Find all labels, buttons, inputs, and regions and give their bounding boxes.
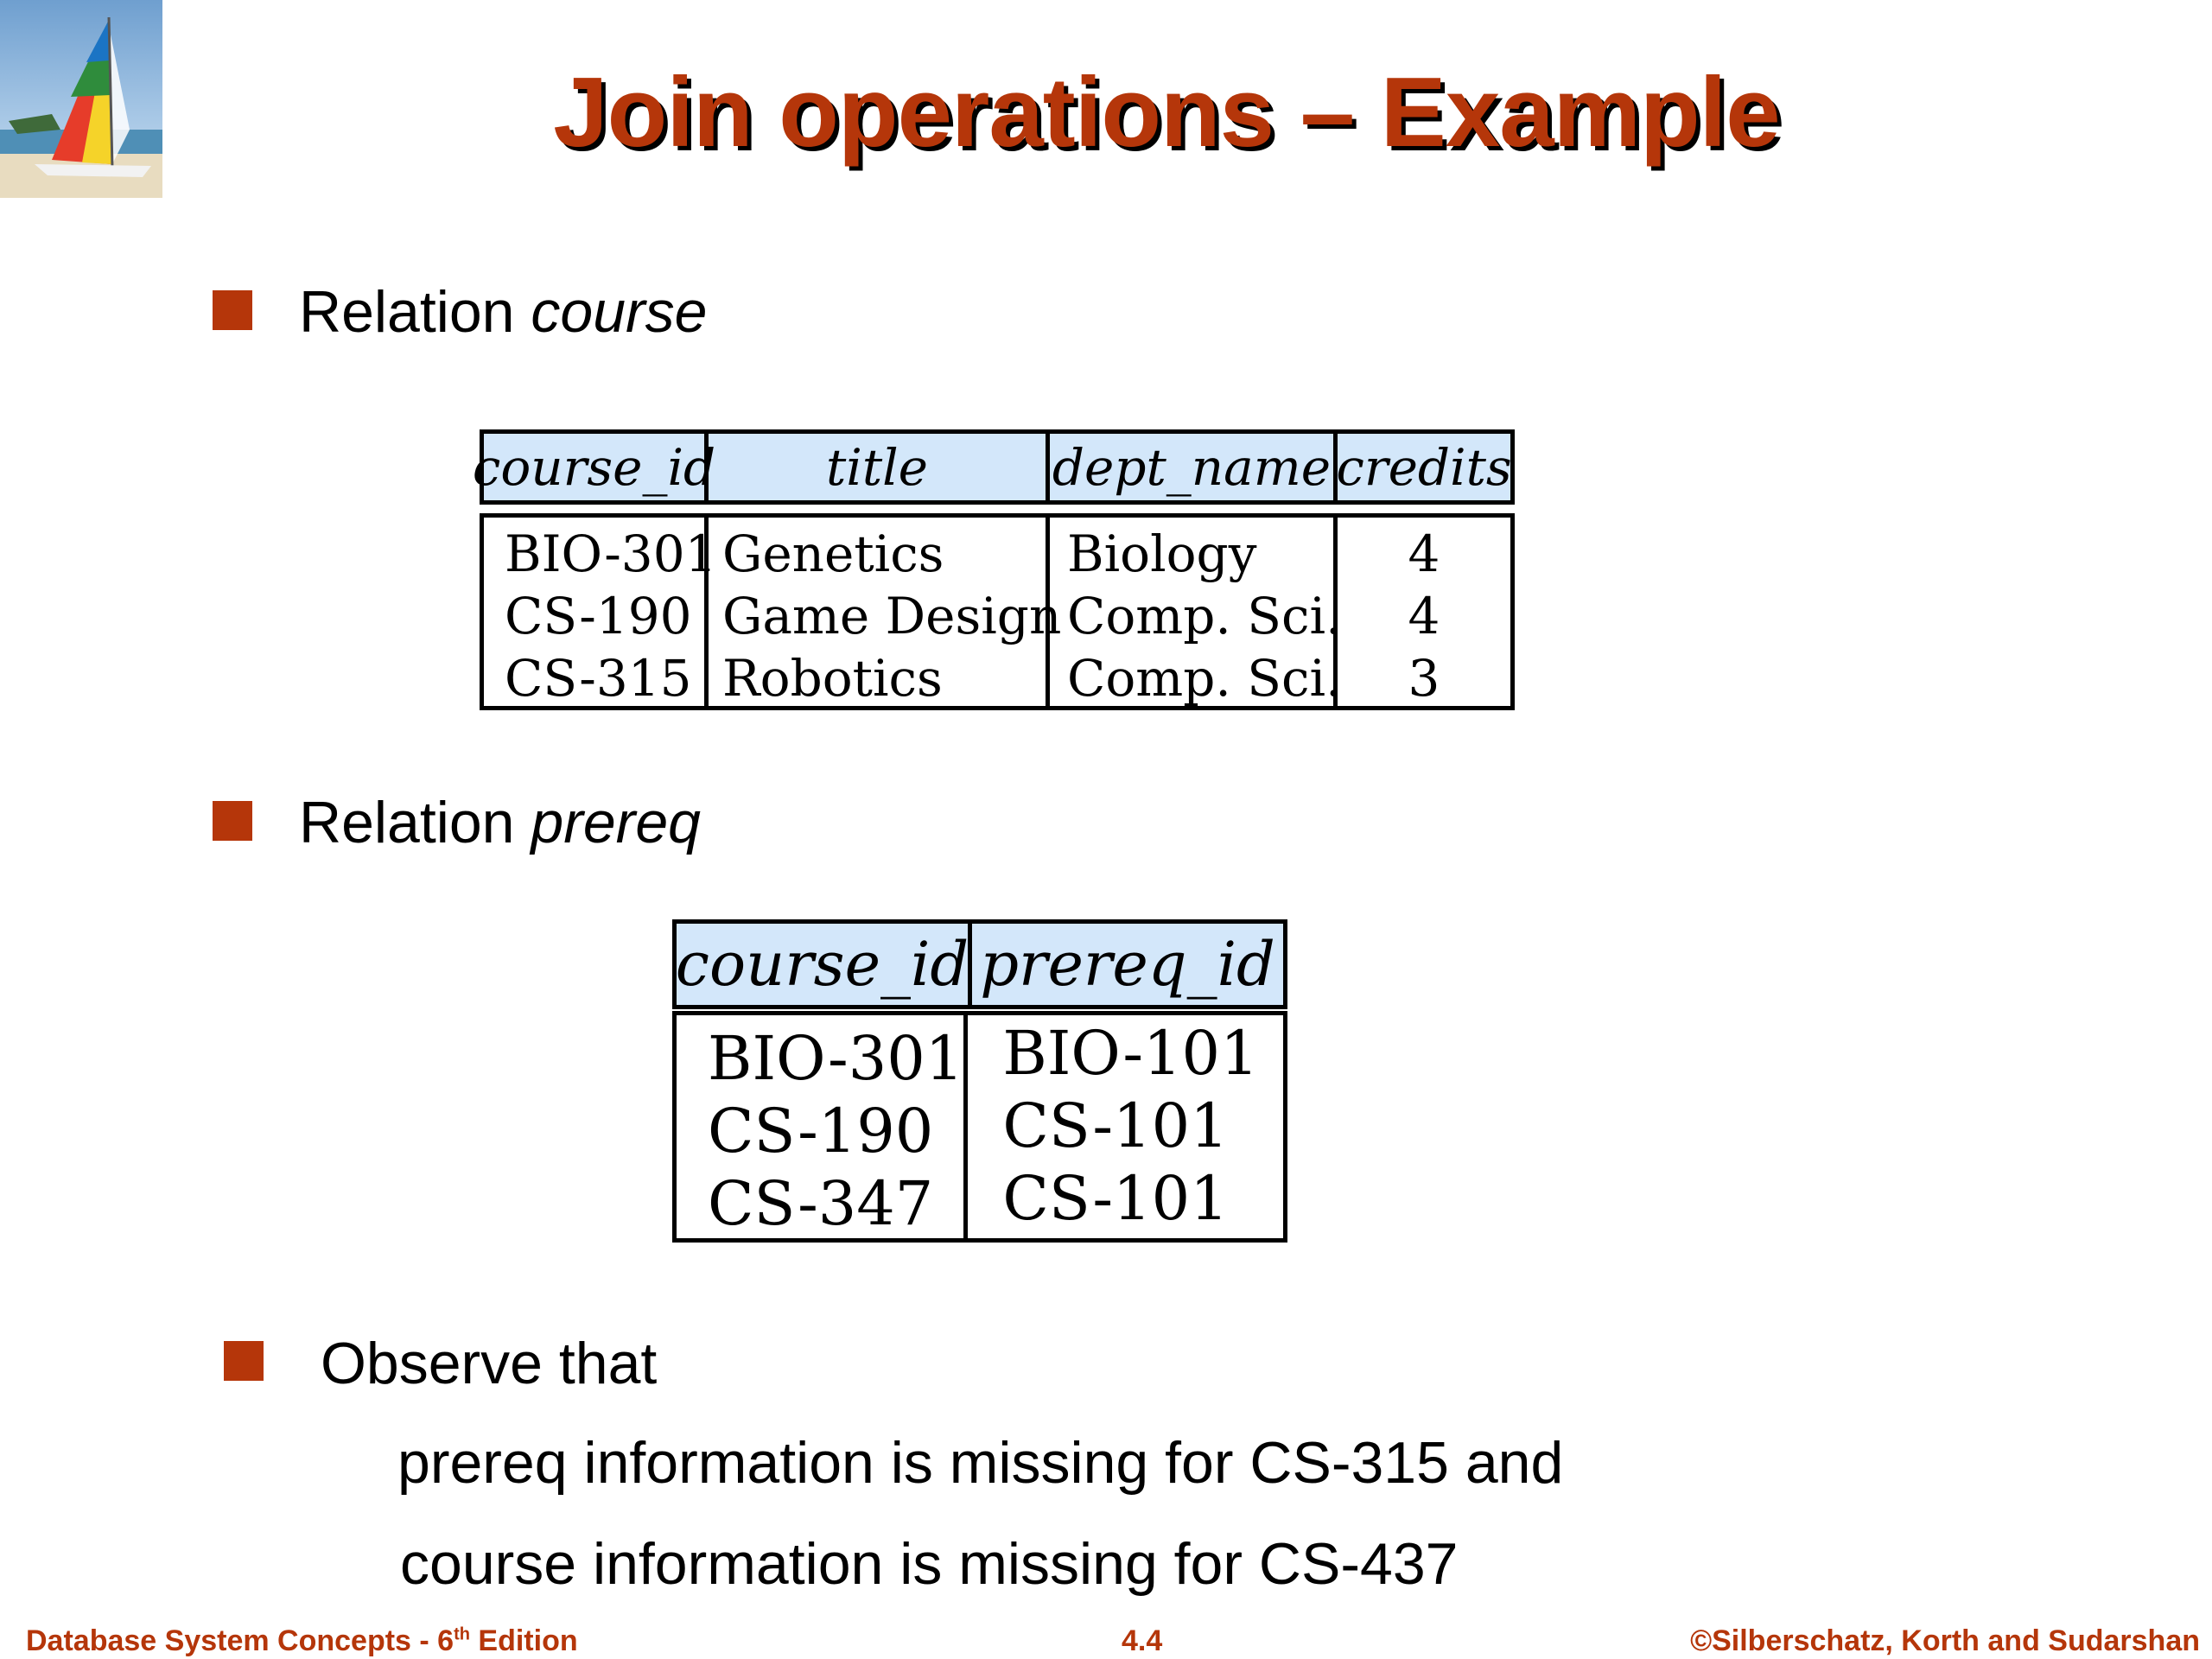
bullet-square-icon	[224, 1341, 264, 1381]
bullet-square-icon	[213, 801, 252, 841]
column-header: prereq_id	[980, 929, 1275, 1000]
table-cell: BIO-101	[1002, 1018, 1259, 1089]
course-relation-table: course_id title dept_name credits BIO-30…	[473, 429, 1515, 710]
footer-title-tail: Edition	[469, 1624, 578, 1657]
table-column: Biology Comp. Sci. Comp. Sci.	[1050, 518, 1342, 708]
slide-title: Join operations – Example	[553, 58, 1780, 168]
table-cell: Game Design	[722, 587, 1062, 645]
column-header: dept_name	[1050, 434, 1338, 500]
table-cell: Comp. Sci.	[1067, 587, 1342, 645]
table-column: BIO-101 CS-101 CS-101	[968, 1015, 1283, 1238]
table-cell: CS-315	[505, 649, 692, 708]
bullet-prefix: Relation	[299, 279, 531, 345]
table-cell: Comp. Sci.	[1067, 649, 1342, 708]
bullet-relation-prereq: Relation prereq	[299, 789, 701, 856]
table-cell: 3	[1408, 649, 1440, 708]
table-cell: Robotics	[722, 649, 943, 708]
table-cell: CS-101	[1002, 1090, 1229, 1161]
footer-title-main: Database System Concepts - 6	[26, 1624, 454, 1657]
table-column: Genetics Game Design Robotics	[709, 518, 1062, 708]
table-cell: BIO-301	[505, 524, 717, 583]
bullet-relation-course: Relation course	[299, 278, 708, 346]
table-column: 4 4 3	[1338, 518, 1510, 708]
table-cell: 4	[1408, 524, 1440, 583]
table-cell: BIO-301	[708, 1023, 964, 1094]
bullet-prefix: Relation	[299, 790, 531, 855]
table-column: BIO-301 CS-190 CS-315	[484, 518, 717, 708]
footer-title-sup: th	[454, 1624, 470, 1644]
table-cell: Genetics	[722, 524, 944, 583]
table-cell: CS-190	[708, 1096, 934, 1166]
observation-line: prereq information is missing for CS-315…	[397, 1430, 1564, 1496]
table-header: course_id title dept_name credits	[473, 429, 1515, 505]
column-header: title	[709, 434, 1050, 500]
table-cell: CS-101	[1002, 1163, 1229, 1234]
bullet-observe: Observe that	[321, 1331, 658, 1396]
table-header: course_id prereq_id	[672, 919, 1287, 1009]
table-cell: CS-190	[505, 587, 692, 645]
table-cell: CS-347	[708, 1168, 934, 1239]
table-cell: Biology	[1067, 524, 1257, 583]
table-body: BIO-301 CS-190 CS-315 Genetics Game Desi…	[480, 513, 1515, 710]
bullet-square-icon	[213, 290, 252, 330]
column-header: course_id	[473, 434, 715, 500]
table-cell: 4	[1408, 587, 1440, 645]
footer-copyright: ©Silberschatz, Korth and Sudarshan	[1690, 1624, 2200, 1657]
column-header: credits	[1336, 437, 1512, 497]
table-body: BIO-301 CS-190 CS-347 BIO-101 CS-101 CS-…	[672, 1011, 1287, 1243]
table-column: BIO-301 CS-190 CS-347	[677, 1015, 969, 1239]
footer-book-title: Database System Concepts - 6th Edition	[26, 1624, 578, 1658]
prereq-relation-table: course_id prereq_id BIO-301 CS-190 CS-34…	[672, 919, 1287, 1243]
column-header: course_id	[676, 924, 972, 1005]
footer-page-number: 4.4	[1122, 1624, 1163, 1657]
observation-line: course information is missing for CS-437	[400, 1531, 1459, 1597]
relation-name: course	[531, 279, 708, 345]
relation-name: prereq	[531, 790, 701, 855]
